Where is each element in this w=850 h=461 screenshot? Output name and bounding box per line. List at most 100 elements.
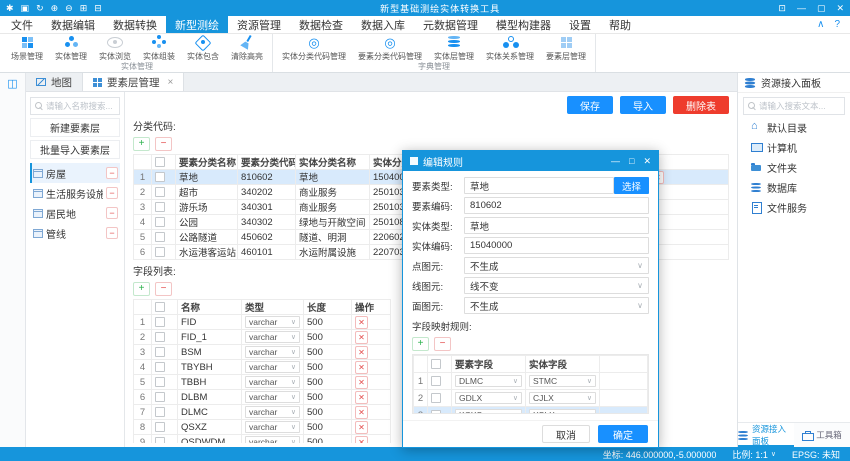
remove-layer-button[interactable]: − <box>106 167 118 179</box>
entity-field-dropdown[interactable]: XSLX ∨ <box>529 409 596 413</box>
panel-tab-toolbox[interactable]: 工具箱 <box>794 423 850 447</box>
remove-field-button[interactable]: − <box>155 282 172 296</box>
maximize-icon[interactable]: ▢ <box>817 0 826 16</box>
dialog-close-icon[interactable]: ✕ <box>643 156 651 167</box>
row-checkbox[interactable] <box>431 392 441 403</box>
ribbon-entity-browse[interactable]: 实体浏览 <box>93 35 137 62</box>
minimize-icon[interactable]: — <box>797 0 806 16</box>
type-dropdown[interactable]: varchar ∨ <box>245 376 300 388</box>
menu-item-resource-mgmt[interactable]: 资源管理 <box>228 16 290 33</box>
ribbon-entity-relation-mgmt[interactable]: 实体关系管理 <box>480 35 540 62</box>
line-primitive-input[interactable]: 线不变 ∨ <box>464 277 649 294</box>
delete-field-button[interactable]: ✕ <box>355 435 368 443</box>
field-table-row[interactable]: 3 BSM varchar ∨ 500 ✕ <box>133 344 391 360</box>
select-all-checkbox[interactable] <box>431 358 441 369</box>
field-table-row[interactable]: 7 DLMC varchar ∨ 500 ✕ <box>133 404 391 420</box>
row-checkbox[interactable] <box>431 409 441 413</box>
remove-class-row-button[interactable]: − <box>155 137 172 151</box>
type-dropdown[interactable]: varchar ∨ <box>245 361 300 373</box>
mapping-row[interactable]: 2 GDLX ∨ CJLX ∨ <box>413 389 648 407</box>
delete-field-button[interactable]: ✕ <box>355 375 368 389</box>
add-mapping-button[interactable]: + <box>412 337 429 351</box>
menu-item-data-convert[interactable]: 数据转换 <box>104 16 166 33</box>
remove-layer-button[interactable]: − <box>106 207 118 219</box>
remove-mapping-button[interactable]: − <box>434 337 451 351</box>
row-checkbox[interactable] <box>155 421 165 432</box>
ribbon-entity-class-code-mgmt[interactable]: ◎ 实体分类代码管理 <box>276 35 352 62</box>
menu-item-help[interactable]: 帮助 <box>600 16 640 33</box>
panel-tab-resource-panel[interactable]: 资源接入面板 <box>738 423 794 447</box>
resource-item-default-dir[interactable]: 默认目录 <box>738 117 850 137</box>
row-checkbox[interactable] <box>155 201 165 212</box>
tree-item[interactable]: 管线 − <box>30 223 120 243</box>
row-checkbox[interactable] <box>155 391 165 402</box>
resource-item-file-service[interactable]: 文件服务 <box>738 197 850 217</box>
resource-item-database[interactable]: 数据库 <box>738 177 850 197</box>
menu-item-file[interactable]: 文件 <box>2 16 42 33</box>
save-button[interactable]: 保存 <box>567 96 613 114</box>
row-checkbox[interactable] <box>155 186 165 197</box>
point-primitive-input[interactable]: 不生成 ∨ <box>464 257 649 274</box>
tab-feature-layer-mgmt[interactable]: 要素层管理 × <box>83 73 185 91</box>
menu-item-model-builder[interactable]: 模型构建器 <box>487 16 560 33</box>
menu-item-metadata-mgmt[interactable]: 元数据管理 <box>414 16 487 33</box>
pin-window-icon[interactable]: ⊡ <box>778 0 786 16</box>
feature-field-dropdown[interactable]: KCXS ∨ <box>455 409 522 413</box>
close-icon[interactable]: × <box>168 77 174 88</box>
field-table-row[interactable]: 5 TBBH varchar ∨ 500 ✕ <box>133 374 391 390</box>
ribbon-entity-assemble[interactable]: 实体组装 <box>137 35 181 62</box>
import-button[interactable]: 导入 <box>620 96 666 114</box>
area-primitive-input[interactable]: 不生成 ∨ <box>464 297 649 314</box>
feature-field-dropdown[interactable]: GDLX ∨ <box>455 392 522 404</box>
entity-code-input[interactable]: 15040000 <box>464 237 649 254</box>
delete-field-button[interactable]: ✕ <box>355 360 368 374</box>
tab-map[interactable]: 地图 <box>26 73 83 91</box>
type-dropdown[interactable]: varchar ∨ <box>245 436 300 443</box>
field-table-row[interactable]: 9 QSDWDM varchar ∨ 500 ✕ <box>133 434 391 443</box>
image-icon[interactable]: ▣ <box>21 0 30 16</box>
resource-search-input[interactable]: 请输入搜索文本... <box>743 97 845 115</box>
field-table-row[interactable]: 4 TBYBH varchar ∨ 500 ✕ <box>133 359 391 375</box>
select-all-checkbox[interactable] <box>155 156 165 167</box>
zoom-out-icon[interactable]: ⊖ <box>65 0 73 16</box>
ribbon-feature-class-code-mgmt[interactable]: ◎ 要素分类代码管理 <box>352 35 428 62</box>
remove-layer-button[interactable]: − <box>106 227 118 239</box>
type-dropdown[interactable]: varchar ∨ <box>245 316 300 328</box>
cancel-button[interactable]: 取消 <box>542 425 590 443</box>
field-table-row[interactable]: 2 FID_1 varchar ∨ 500 ✕ <box>133 329 391 345</box>
choose-button[interactable]: 选择 <box>613 177 649 194</box>
entity-field-dropdown[interactable]: CJLX ∨ <box>529 392 596 404</box>
resource-item-folder[interactable]: 文件夹 <box>738 157 850 177</box>
menu-item-settings[interactable]: 设置 <box>560 16 600 33</box>
ribbon-entity-layer-mgmt[interactable]: 实体层管理 <box>428 35 480 62</box>
dialog-minimize-icon[interactable]: — <box>611 156 620 167</box>
row-checkbox[interactable] <box>155 331 165 342</box>
app-menu-icon[interactable]: ✱ <box>6 0 14 16</box>
delete-field-button[interactable]: ✕ <box>355 315 368 329</box>
field-table-row[interactable]: 1 FID varchar ∨ 500 ✕ <box>133 314 391 330</box>
type-dropdown[interactable]: varchar ∨ <box>245 331 300 343</box>
row-checkbox[interactable] <box>155 171 165 182</box>
dialog-maximize-icon[interactable]: □ <box>629 156 634 167</box>
menu-item-data-edit[interactable]: 数据编辑 <box>42 16 104 33</box>
type-dropdown[interactable]: varchar ∨ <box>245 391 300 403</box>
delete-field-button[interactable]: ✕ <box>355 420 368 434</box>
entity-field-dropdown[interactable]: STMC ∨ <box>529 375 596 387</box>
menu-item-data-check[interactable]: 数据检查 <box>290 16 352 33</box>
menu-item-new-surveying[interactable]: 新型测绘 <box>166 16 228 33</box>
delete-table-button[interactable]: 删除表 <box>673 96 729 114</box>
row-checkbox[interactable] <box>155 246 165 257</box>
batch-import-layer-button[interactable]: 批量导入要素层 <box>30 140 120 159</box>
collapse-ribbon-icon[interactable]: ∧ <box>817 19 824 30</box>
add-field-button[interactable]: + <box>133 282 150 296</box>
ribbon-entity-contain[interactable]: 实体包含 <box>181 35 225 62</box>
feature-field-dropdown[interactable]: DLMC ∨ <box>455 375 522 387</box>
select-all-checkbox[interactable] <box>155 301 165 312</box>
tree-item[interactable]: 居民地 − <box>30 203 120 223</box>
mapping-row[interactable]: 1 DLMC ∨ STMC ∨ <box>413 372 648 390</box>
add-class-row-button[interactable]: + <box>133 137 150 151</box>
row-checkbox[interactable] <box>155 316 165 327</box>
pan-right-icon[interactable]: ⊟ <box>94 0 102 16</box>
menu-item-data-import[interactable]: 数据入库 <box>352 16 414 33</box>
resource-item-computer[interactable]: 计算机 <box>738 137 850 157</box>
